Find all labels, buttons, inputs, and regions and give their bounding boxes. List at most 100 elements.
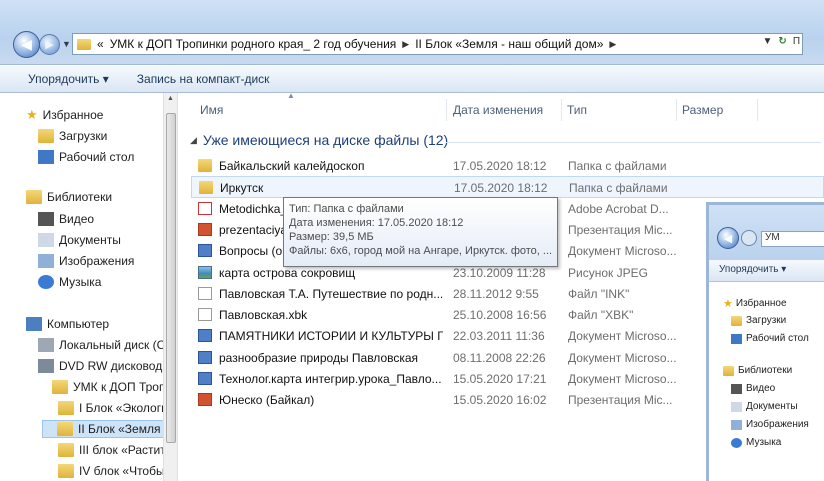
breadcrumb-block2[interactable]: II Блок «Земля - наш общий дом» bbox=[415, 37, 603, 51]
second-window-nav-video[interactable]: Видео bbox=[731, 383, 775, 394]
nav-downloads[interactable]: Загрузки bbox=[38, 129, 107, 143]
second-window-nav-images[interactable]: Изображения bbox=[731, 419, 809, 430]
nav-label: Избранное bbox=[42, 108, 104, 122]
breadcrumb-overflow[interactable]: « bbox=[97, 37, 104, 51]
column-name[interactable]: Имя bbox=[200, 99, 223, 121]
scrollbar-thumb[interactable] bbox=[166, 113, 176, 443]
nav-label: III блок «Растите bbox=[79, 443, 173, 457]
nav-folder-umk[interactable]: УМК к ДОП Тропи bbox=[52, 380, 172, 394]
file-type: Папка с файлами bbox=[569, 181, 668, 196]
nav-folder-block3[interactable]: III блок «Растите bbox=[58, 443, 172, 457]
powerpoint-icon bbox=[198, 393, 212, 407]
refresh-icon[interactable]: ↻ bbox=[778, 36, 786, 47]
second-window-nav-favorites[interactable]: ★ Избранное bbox=[723, 297, 787, 310]
scroll-up-icon[interactable]: ▲ bbox=[167, 95, 174, 102]
second-window-nav-documents[interactable]: Документы bbox=[731, 401, 798, 412]
second-window-organize-button[interactable]: Упорядочить ▾ bbox=[719, 264, 786, 275]
nav-documents[interactable]: Документы bbox=[38, 233, 121, 247]
folder-icon bbox=[198, 159, 212, 172]
folder-icon bbox=[58, 443, 74, 457]
second-window-address-bar[interactable]: УМ bbox=[761, 231, 824, 247]
nav-desktop[interactable]: Рабочий стол bbox=[38, 150, 134, 164]
nav-label: Видео bbox=[746, 383, 776, 394]
file-type: Презентация Mic... bbox=[568, 222, 673, 237]
forward-button[interactable]: ▶ bbox=[39, 34, 60, 55]
downloads-icon bbox=[38, 129, 54, 143]
second-window-nav-downloads[interactable]: Загрузки bbox=[731, 315, 786, 326]
collapse-triangle-icon[interactable]: ◢ bbox=[190, 135, 197, 146]
nav-libraries[interactable]: Библиотеки bbox=[26, 190, 112, 204]
nav-label: УМК к ДОП Тропи bbox=[73, 380, 173, 394]
breadcrumb-umk[interactable]: УМК к ДОП Тропинки родного края_ 2 год о… bbox=[110, 37, 397, 51]
nav-music[interactable]: Музыка bbox=[38, 275, 101, 289]
back-button[interactable]: ◀ bbox=[13, 31, 40, 58]
images-icon bbox=[731, 419, 742, 430]
group-header[interactable]: ◢ Уже имеющиеся на диске файлы (12) bbox=[190, 132, 448, 148]
second-window-nav-music[interactable]: Музыка bbox=[731, 437, 781, 448]
organize-button[interactable]: Упорядочить ▾ bbox=[28, 72, 109, 86]
word-icon bbox=[198, 329, 212, 343]
nav-favorites[interactable]: ★ Избранное bbox=[26, 107, 103, 123]
file-name: Байкальский калейдоскоп bbox=[219, 159, 365, 173]
nav-dvd-drive[interactable]: DVD RW дисковод bbox=[38, 359, 162, 373]
file-date: 15.05.2020 17:21 bbox=[453, 372, 547, 386]
second-window-nav-libraries[interactable]: Библиотеки bbox=[723, 365, 792, 376]
nav-folder-block2[interactable]: II Блок «Земля - bbox=[42, 420, 171, 438]
nav-local-disk[interactable]: Локальный диск (С bbox=[38, 338, 165, 352]
computer-icon bbox=[26, 317, 42, 331]
column-divider[interactable] bbox=[757, 99, 758, 121]
column-divider[interactable] bbox=[561, 99, 562, 121]
breadcrumb-arrow-icon[interactable]: ▶ bbox=[402, 39, 409, 50]
address-dropdown-icon[interactable]: ▼ bbox=[763, 36, 773, 47]
address-bar[interactable]: « УМК к ДОП Тропинки родного края_ 2 год… bbox=[72, 33, 803, 55]
column-type[interactable]: Тип bbox=[567, 99, 587, 121]
search-box[interactable]: П bbox=[793, 36, 800, 47]
column-divider[interactable] bbox=[676, 99, 677, 121]
column-size[interactable]: Размер bbox=[682, 99, 723, 121]
second-window-forward-button[interactable] bbox=[741, 230, 757, 246]
second-window-nav-desktop[interactable]: Рабочий стол bbox=[731, 333, 809, 344]
file-date: 28.11.2012 9:55 bbox=[453, 286, 539, 301]
column-date[interactable]: Дата изменения bbox=[453, 99, 543, 121]
file-icon bbox=[198, 286, 212, 300]
nav-label: II Блок «Земля - bbox=[78, 422, 168, 436]
nav-images[interactable]: Изображения bbox=[38, 254, 134, 268]
nav-computer[interactable]: Компьютер bbox=[26, 317, 109, 331]
nav-label: Локальный диск (С bbox=[59, 338, 166, 352]
column-divider[interactable] bbox=[446, 99, 447, 121]
file-date: 17.05.2020 18:12 bbox=[453, 159, 547, 173]
nav-label: DVD RW дисковод bbox=[59, 359, 163, 373]
file-date: 25.10.2008 16:56 bbox=[453, 308, 547, 323]
desktop-icon bbox=[38, 150, 54, 164]
nav-folder-block4[interactable]: IV блок «Чтобы bbox=[58, 464, 165, 478]
file-date: 08.11.2008 22:26 bbox=[453, 350, 546, 365]
file-row[interactable]: Иркутск 17.05.2020 18:12 Папка с файлами bbox=[191, 176, 824, 199]
history-dropdown-icon[interactable]: ▼ bbox=[62, 39, 71, 49]
nav-video[interactable]: Видео bbox=[38, 212, 94, 226]
burn-to-disc-button[interactable]: Запись на компакт-диск bbox=[137, 72, 270, 86]
documents-icon bbox=[38, 233, 54, 247]
file-row[interactable]: Байкальский калейдоскоп 17.05.2020 18:12 П… bbox=[191, 155, 824, 177]
libraries-icon bbox=[26, 190, 42, 204]
word-icon bbox=[198, 244, 212, 258]
file-type: Документ Microso... bbox=[568, 329, 677, 344]
word-icon bbox=[198, 350, 212, 364]
nav-label: Компьютер bbox=[47, 317, 110, 331]
music-icon bbox=[38, 275, 54, 289]
nav-label: Библиотеки bbox=[47, 190, 113, 204]
nav-scrollbar[interactable]: ▲ bbox=[163, 93, 177, 481]
folder-icon bbox=[58, 401, 74, 415]
breadcrumb-arrow-icon[interactable]: ▶ bbox=[609, 39, 616, 50]
image-icon bbox=[198, 265, 212, 279]
powerpoint-icon bbox=[198, 222, 212, 236]
file-type: Документ Microso... bbox=[568, 350, 677, 365]
nav-label: Рабочий стол bbox=[746, 333, 809, 344]
word-icon bbox=[198, 372, 212, 385]
second-explorer-window[interactable]: ◀ УМ Упорядочить ▾ ★ Избранное Загрузки … bbox=[706, 202, 824, 481]
nav-label: Избранное bbox=[735, 298, 787, 309]
star-icon: ★ bbox=[26, 107, 38, 122]
nav-label: Документы bbox=[746, 401, 798, 412]
file-name: карта острова сокровищ bbox=[219, 265, 356, 280]
second-window-back-button[interactable]: ◀ bbox=[717, 227, 739, 249]
nav-folder-block1[interactable]: I Блок «Экологи bbox=[58, 401, 168, 415]
